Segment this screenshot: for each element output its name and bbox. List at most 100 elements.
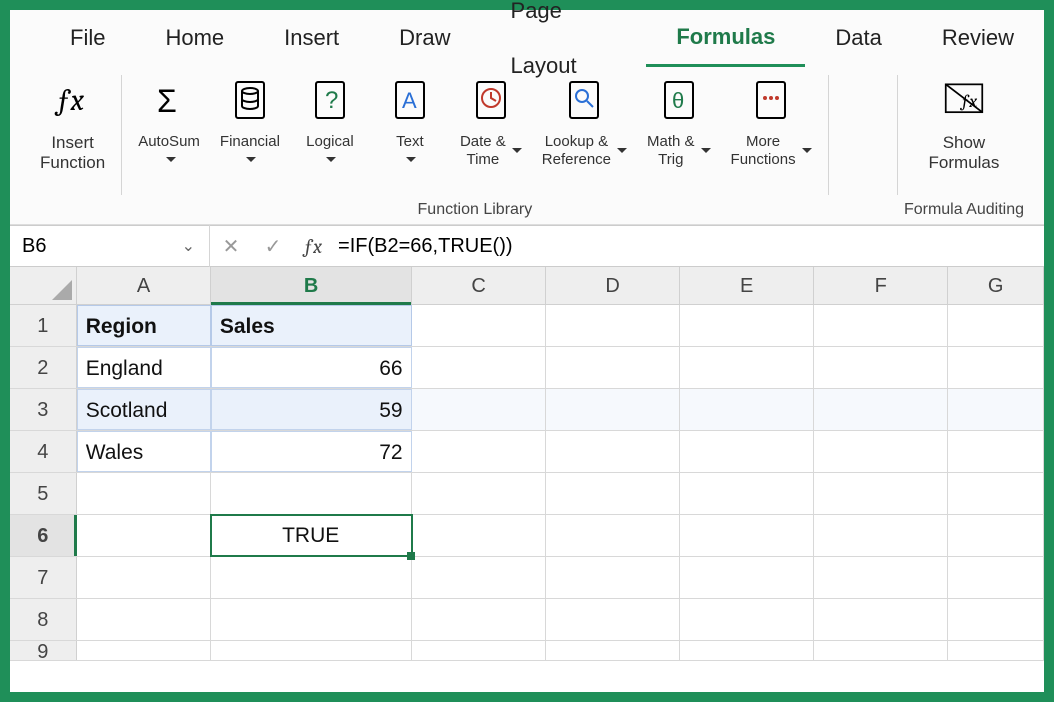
cell-D1[interactable] [546,305,680,346]
cell-E7[interactable] [680,557,814,598]
cell-F8[interactable] [814,599,948,640]
cell-G1[interactable] [948,305,1044,346]
row-header-6[interactable]: 6 [10,515,77,556]
cell-F2[interactable] [814,347,948,388]
cancel-formula-button[interactable]: ✕ [210,234,252,259]
cell-F1[interactable] [814,305,948,346]
cell-G7[interactable] [948,557,1044,598]
cell-E1[interactable] [680,305,814,346]
cell-G8[interactable] [948,599,1044,640]
cell-D5[interactable] [546,473,680,514]
cell-A8[interactable] [77,599,211,640]
more-functions-dropdown[interactable]: MoreFunctions [721,75,822,169]
show-formulas-button[interactable]: ƒx ShowFormulas [919,75,1010,174]
cell-G5[interactable] [948,473,1044,514]
cell-D9[interactable] [546,641,680,660]
tab-review[interactable]: Review [912,10,1044,65]
cell-A3[interactable]: Scotland [77,389,211,430]
financial-dropdown[interactable]: Financial [210,75,290,168]
cell-B4[interactable]: 72 [211,431,412,472]
cell-B9[interactable] [211,641,412,660]
cell-C7[interactable] [412,557,546,598]
cell-A7[interactable] [77,557,211,598]
col-header-F[interactable]: F [814,267,948,304]
cell-A1[interactable]: Region [77,305,211,346]
col-header-B[interactable]: B [211,267,412,304]
cell-D2[interactable] [546,347,680,388]
cell-B5[interactable] [211,473,412,514]
tab-formulas[interactable]: Formulas [646,9,805,67]
cell-B2[interactable]: 66 [211,347,412,388]
cell-G2[interactable] [948,347,1044,388]
formula-input[interactable] [332,227,1044,265]
cell-G9[interactable] [948,641,1044,660]
cell-D7[interactable] [546,557,680,598]
name-box[interactable]: B6 ⌄ [10,225,210,267]
col-header-G[interactable]: G [948,267,1044,304]
cell-E9[interactable] [680,641,814,660]
cell-C3[interactable] [412,389,546,430]
fx-icon[interactable]: ƒx [294,235,332,258]
lookup-reference-dropdown[interactable]: Lookup &Reference [532,75,637,169]
cell-E5[interactable] [680,473,814,514]
cell-G3[interactable] [948,389,1044,430]
cell-E2[interactable] [680,347,814,388]
cell-E8[interactable] [680,599,814,640]
row-header-5[interactable]: 5 [10,473,77,514]
autosum-dropdown[interactable]: Σ AutoSum [128,75,210,168]
tab-home[interactable]: Home [135,10,254,65]
cell-F4[interactable] [814,431,948,472]
cell-B7[interactable] [211,557,412,598]
tab-draw[interactable]: Draw [369,10,480,65]
cell-F9[interactable] [814,641,948,660]
cell-F3[interactable] [814,389,948,430]
cell-A4[interactable]: Wales [77,431,211,472]
tab-insert[interactable]: Insert [254,10,369,65]
row-header-2[interactable]: 2 [10,347,77,388]
cell-C6[interactable] [412,515,546,556]
insert-function-button[interactable]: ƒx InsertFunction [30,75,115,174]
cell-C5[interactable] [412,473,546,514]
cell-B3[interactable]: 59 [211,389,412,430]
cell-A9[interactable] [77,641,211,660]
cell-B6[interactable]: TRUE [211,515,412,556]
cell-F7[interactable] [814,557,948,598]
cell-D6[interactable] [546,515,680,556]
select-all-corner[interactable] [10,267,77,304]
cell-C1[interactable] [412,305,546,346]
cell-C2[interactable] [412,347,546,388]
cell-D4[interactable] [546,431,680,472]
accept-formula-button[interactable]: ✓ [252,234,294,259]
row-header-3[interactable]: 3 [10,389,77,430]
row-header-9[interactable]: 9 [10,641,77,660]
cell-D8[interactable] [546,599,680,640]
cell-A5[interactable] [77,473,211,514]
cell-E3[interactable] [680,389,814,430]
date-time-dropdown[interactable]: Date &Time [450,75,532,169]
cell-A2[interactable]: England [77,347,211,388]
row-header-8[interactable]: 8 [10,599,77,640]
cell-B8[interactable] [211,599,412,640]
tab-file[interactable]: File [40,10,135,65]
cell-C8[interactable] [412,599,546,640]
logical-dropdown[interactable]: ? Logical [290,75,370,168]
col-header-A[interactable]: A [77,267,211,304]
row-header-7[interactable]: 7 [10,557,77,598]
cell-C4[interactable] [412,431,546,472]
cell-F6[interactable] [814,515,948,556]
cell-A6[interactable] [77,515,211,556]
cell-G6[interactable] [948,515,1044,556]
cell-E6[interactable] [680,515,814,556]
col-header-C[interactable]: C [412,267,546,304]
cell-C9[interactable] [412,641,546,660]
math-trig-dropdown[interactable]: θ Math &Trig [637,75,721,169]
col-header-D[interactable]: D [546,267,680,304]
cell-B1[interactable]: Sales [211,305,412,346]
text-dropdown[interactable]: A Text [370,75,450,168]
col-header-E[interactable]: E [680,267,814,304]
cell-D3[interactable] [546,389,680,430]
cell-F5[interactable] [814,473,948,514]
tab-data[interactable]: Data [805,10,911,65]
row-header-1[interactable]: 1 [10,305,77,346]
cell-E4[interactable] [680,431,814,472]
